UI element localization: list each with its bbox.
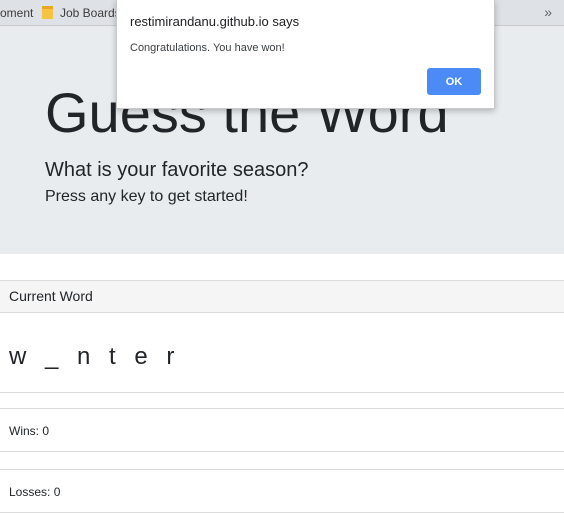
current-word-header: Current Word: [0, 281, 564, 313]
alert-message: Congratulations. You have won!: [130, 42, 285, 54]
bookmark-job-boards[interactable]: Job Boards: [42, 5, 121, 21]
alert-dialog: restimirandanu.github.io says Congratula…: [116, 0, 495, 109]
folder-icon: [42, 6, 53, 19]
ok-button[interactable]: OK: [427, 68, 481, 95]
bookmark-partial[interactable]: oment: [0, 5, 33, 21]
question-text: What is your favorite season?: [45, 159, 309, 181]
wins-card: Wins: 0: [0, 408, 564, 452]
wins-count: Wins: 0: [9, 424, 50, 438]
start-prompt: Press any key to get started!: [45, 188, 248, 205]
current-word-card: Current Word w _ n t e r: [0, 280, 564, 393]
word-display: w _ n t e r: [9, 343, 181, 370]
alert-title: restimirandanu.github.io says: [130, 14, 300, 29]
losses-count: Losses: 0: [9, 485, 61, 499]
double-chevron-icon[interactable]: »: [544, 4, 552, 20]
losses-card: Losses: 0: [0, 469, 564, 513]
bookmark-label: Job Boards: [60, 6, 121, 20]
